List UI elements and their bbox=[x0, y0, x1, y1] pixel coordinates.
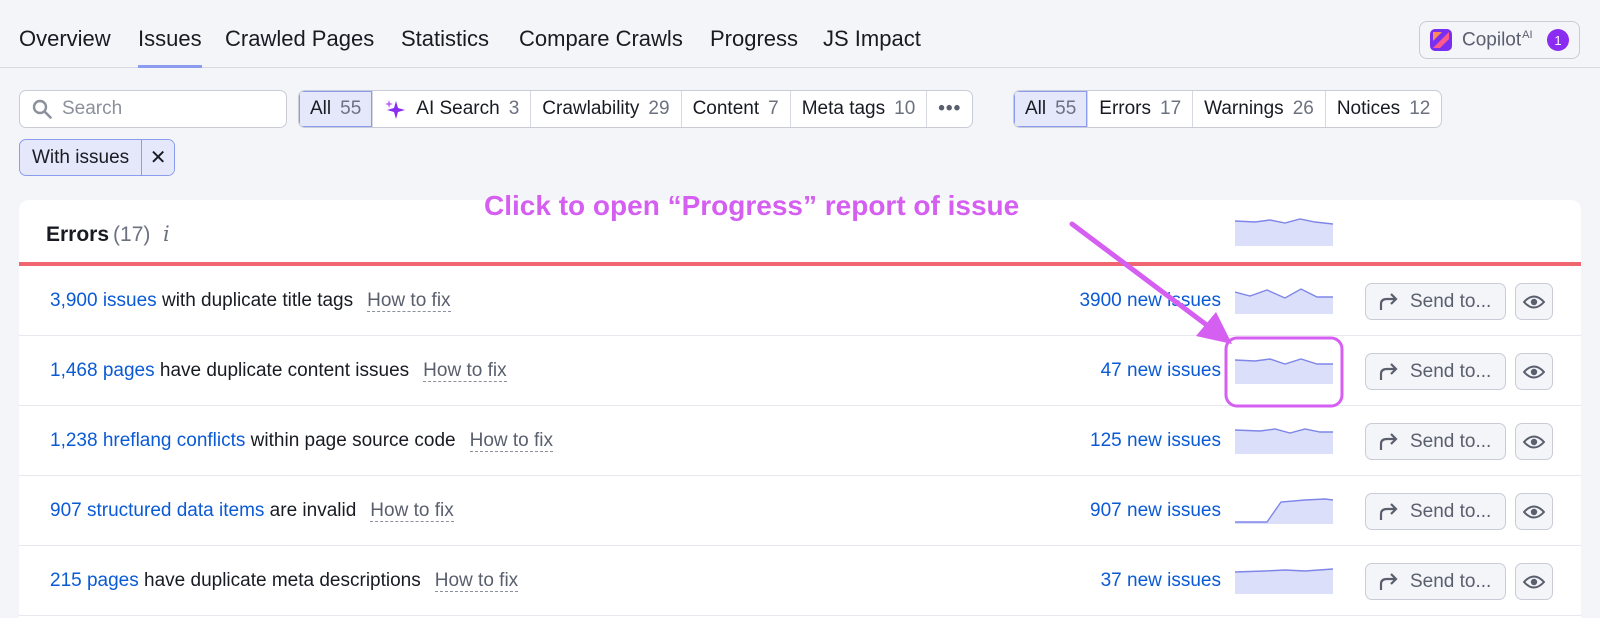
hide-issue-button[interactable] bbox=[1515, 493, 1553, 530]
share-arrow-icon bbox=[1379, 572, 1398, 590]
chip-label: With issues bbox=[20, 140, 143, 175]
top-nav: Overview Issues Crawled Pages Statistics… bbox=[0, 0, 1600, 68]
issue-link[interactable]: 215 pages bbox=[50, 570, 139, 591]
info-icon[interactable]: i bbox=[163, 222, 170, 246]
how-to-fix-link[interactable]: How to fix bbox=[423, 360, 507, 382]
new-issues-link[interactable]: 125 new issues bbox=[1090, 430, 1221, 452]
issue-description: 215 pages have duplicate meta descriptio… bbox=[50, 570, 519, 592]
eye-icon bbox=[1523, 435, 1545, 448]
severity-filter: All 55 Errors 17 Warnings 26 Notices 12 bbox=[1013, 90, 1443, 128]
copilot-badge: 1 bbox=[1547, 29, 1569, 51]
table-row: 1,238 hreflang conflicts within page sou… bbox=[19, 406, 1581, 476]
severity-warnings[interactable]: Warnings 26 bbox=[1193, 91, 1326, 127]
eye-icon bbox=[1523, 505, 1545, 518]
send-to-button[interactable]: Send to... bbox=[1365, 353, 1506, 390]
table-row: 215 pages have duplicate meta descriptio… bbox=[19, 546, 1581, 616]
errors-card: Errors (17) i 3,900 issues with duplicate… bbox=[19, 200, 1581, 618]
issue-link[interactable]: 1,468 pages bbox=[50, 360, 155, 381]
issue-link[interactable]: 907 structured data items bbox=[50, 500, 264, 521]
issue-description: 3,900 issues with duplicate title tags Ho… bbox=[50, 290, 451, 312]
send-to-button[interactable]: Send to... bbox=[1365, 563, 1506, 600]
table-row: 1,468 pages have duplicate content issue… bbox=[19, 336, 1581, 406]
issue-description: 1,468 pages have duplicate content issue… bbox=[50, 360, 507, 382]
send-to-button[interactable]: Send to... bbox=[1365, 283, 1506, 320]
errors-summary-sparkline[interactable] bbox=[1235, 218, 1333, 246]
new-issues-link[interactable]: 3900 new issues bbox=[1079, 290, 1221, 312]
category-filter: All 55 AI Search 3 Crawlability 29 Content 7… bbox=[298, 90, 974, 128]
table-row: 3,900 issues with duplicate title tags Ho… bbox=[19, 266, 1581, 336]
copilot-button[interactable]: CopilotAI 1 bbox=[1419, 21, 1580, 59]
hide-issue-button[interactable] bbox=[1515, 563, 1553, 600]
tab-progress[interactable]: Progress bbox=[710, 26, 798, 68]
annotation-callout: Click to open “Progress” report of issue bbox=[484, 190, 1020, 221]
hide-issue-button[interactable] bbox=[1515, 423, 1553, 460]
progress-sparkline[interactable] bbox=[1235, 568, 1333, 594]
severity-errors[interactable]: Errors 17 bbox=[1088, 91, 1194, 127]
progress-sparkline[interactable] bbox=[1235, 358, 1333, 384]
issue-description: 907 structured data items are invalid How… bbox=[50, 500, 454, 522]
copilot-logo-icon bbox=[1430, 29, 1452, 51]
tab-overview[interactable]: Overview bbox=[19, 26, 111, 68]
eye-icon bbox=[1523, 365, 1545, 378]
filter-crawlability[interactable]: Crawlability 29 bbox=[531, 91, 682, 127]
new-issues-link[interactable]: 47 new issues bbox=[1101, 360, 1221, 382]
hide-issue-button[interactable] bbox=[1515, 353, 1553, 390]
progress-sparkline[interactable] bbox=[1235, 288, 1333, 314]
search-box[interactable] bbox=[19, 90, 287, 128]
tab-issues[interactable]: Issues bbox=[138, 26, 202, 68]
share-arrow-icon bbox=[1379, 292, 1398, 310]
more-filters-button[interactable]: ••• bbox=[927, 91, 972, 127]
share-arrow-icon bbox=[1379, 362, 1398, 380]
tab-compare-crawls[interactable]: Compare Crawls bbox=[519, 26, 683, 68]
send-to-button[interactable]: Send to... bbox=[1365, 493, 1506, 530]
tab-crawled-pages[interactable]: Crawled Pages bbox=[225, 26, 374, 68]
filter-content[interactable]: Content 7 bbox=[682, 91, 791, 127]
errors-title: Errors (17) bbox=[46, 223, 151, 246]
issue-description: 1,238 hreflang conflicts within page sou… bbox=[50, 430, 554, 452]
issue-link[interactable]: 1,238 hreflang conflicts bbox=[50, 430, 245, 451]
how-to-fix-link[interactable]: How to fix bbox=[469, 430, 554, 452]
tab-statistics[interactable]: Statistics bbox=[401, 26, 489, 68]
tab-js-impact[interactable]: JS Impact bbox=[823, 26, 921, 68]
search-icon bbox=[32, 99, 52, 119]
copilot-label: CopilotAI bbox=[1462, 28, 1533, 51]
sparkle-icon bbox=[385, 100, 406, 119]
filter-meta-tags[interactable]: Meta tags 10 bbox=[791, 91, 928, 127]
table-row: 907 structured data items are invalid How… bbox=[19, 476, 1581, 546]
progress-sparkline[interactable] bbox=[1235, 498, 1333, 524]
issue-link[interactable]: 3,900 issues bbox=[50, 290, 157, 311]
eye-icon bbox=[1523, 575, 1545, 588]
share-arrow-icon bbox=[1379, 432, 1398, 450]
close-icon[interactable]: ✕ bbox=[142, 140, 175, 175]
filter-ai-search[interactable]: AI Search 3 bbox=[373, 91, 532, 127]
how-to-fix-link[interactable]: How to fix bbox=[367, 290, 451, 312]
hide-issue-button[interactable] bbox=[1515, 283, 1553, 320]
severity-all[interactable]: All 55 bbox=[1014, 91, 1089, 127]
severity-notices[interactable]: Notices 12 bbox=[1326, 91, 1441, 127]
how-to-fix-link[interactable]: How to fix bbox=[434, 570, 519, 592]
send-to-button[interactable]: Send to... bbox=[1365, 423, 1506, 460]
filter-all[interactable]: All 55 bbox=[299, 91, 374, 127]
new-issues-link[interactable]: 37 new issues bbox=[1101, 570, 1221, 592]
share-arrow-icon bbox=[1379, 502, 1398, 520]
with-issues-chip: With issues ✕ bbox=[19, 139, 176, 176]
eye-icon bbox=[1523, 295, 1545, 308]
how-to-fix-link[interactable]: How to fix bbox=[370, 500, 454, 522]
search-input[interactable] bbox=[62, 98, 262, 120]
progress-sparkline[interactable] bbox=[1235, 428, 1333, 454]
new-issues-link[interactable]: 907 new issues bbox=[1090, 500, 1221, 522]
